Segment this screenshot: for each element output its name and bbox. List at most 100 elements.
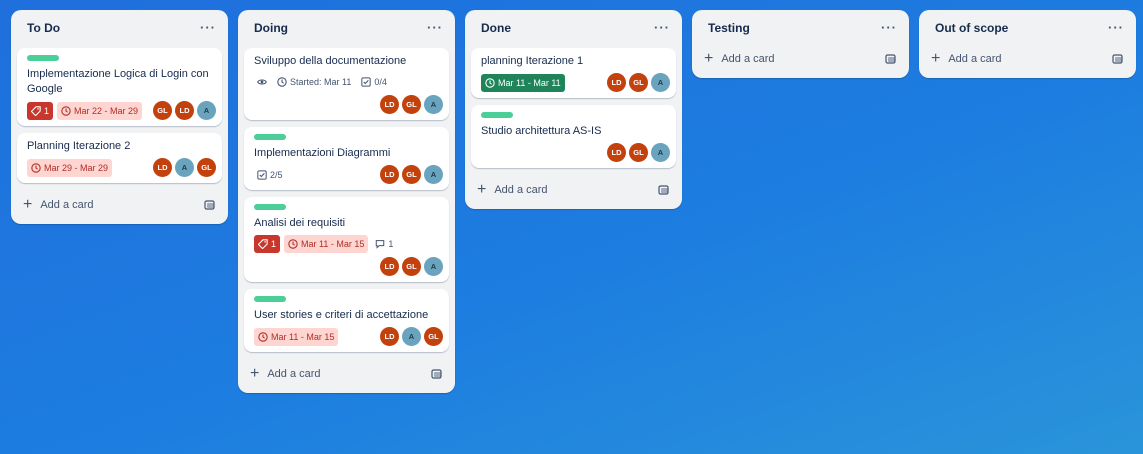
card-title: planning Iterazione 1 xyxy=(481,55,584,67)
list-title[interactable]: Doing xyxy=(254,21,288,35)
checklist-badge[interactable]: 0/4 xyxy=(358,73,390,91)
card[interactable]: User stories e criteri di accettazione M… xyxy=(244,289,449,352)
card-title: Analisi dei requisiti xyxy=(254,217,346,229)
card[interactable]: Implementazione Logica di Login con Goog… xyxy=(17,48,222,126)
card-list: planning Iterazione 1 Mar 11 - Mar 11 LD… xyxy=(465,46,682,168)
add-card-button[interactable]: + Add a card xyxy=(238,359,455,389)
avatar[interactable]: LD xyxy=(607,73,626,92)
avatar[interactable]: LD xyxy=(175,101,194,120)
card[interactable]: Planning Iterazione 2 Mar 29 - Mar 29 LD… xyxy=(17,133,222,183)
list-menu-button[interactable]: ··· xyxy=(1108,21,1124,34)
card-template-icon[interactable] xyxy=(1112,53,1124,65)
list-menu-button[interactable]: ··· xyxy=(200,21,216,34)
clock-icon xyxy=(288,239,298,249)
list-header: To Do ··· xyxy=(11,10,228,46)
card[interactable]: Implementazioni Diagrammi 2/5 LD GL A xyxy=(244,127,449,190)
list-title[interactable]: Testing xyxy=(708,21,750,35)
avatar[interactable]: LD xyxy=(380,327,399,346)
due-date-badge[interactable]: Mar 11 - Mar 15 xyxy=(254,327,339,346)
card-template-icon[interactable] xyxy=(885,53,897,65)
avatar[interactable]: A xyxy=(651,143,670,162)
card-members: LD GL A xyxy=(607,143,670,162)
comment-badge[interactable]: 1 xyxy=(372,235,396,253)
card-list: Sviluppo della documentazione Started: M… xyxy=(238,46,455,352)
checklist-icon xyxy=(257,169,267,180)
avatar[interactable]: GL xyxy=(402,257,421,276)
card-members-row: LD GL A xyxy=(254,95,443,114)
avatar[interactable]: GL xyxy=(629,73,648,92)
avatar[interactable]: A xyxy=(402,327,421,346)
avatar[interactable]: A xyxy=(424,257,443,276)
add-card-button[interactable]: + Add a card xyxy=(465,175,682,205)
card-label-green[interactable] xyxy=(481,112,513,118)
avatar[interactable]: GL xyxy=(424,327,443,346)
card-members: LD GL A xyxy=(380,257,443,276)
card-members: LD A GL xyxy=(153,158,216,177)
avatar[interactable]: GL xyxy=(402,165,421,184)
card-members-row: LD GL A xyxy=(254,257,443,276)
card-label-green[interactable] xyxy=(254,134,286,140)
card-label-green[interactable] xyxy=(254,204,286,210)
add-card-button[interactable]: + Add a card xyxy=(919,44,1136,74)
add-card-button[interactable]: + Add a card xyxy=(11,190,228,220)
card-title: Planning Iterazione 2 xyxy=(27,140,131,152)
eye-icon xyxy=(257,79,267,85)
card-template-icon[interactable] xyxy=(658,184,670,196)
card-template-icon[interactable] xyxy=(431,368,443,380)
due-date-badge[interactable]: Mar 11 - Mar 15 xyxy=(284,235,369,253)
watching-badge[interactable] xyxy=(254,73,270,91)
card[interactable]: Studio architettura AS-IS LD GL A xyxy=(471,105,676,168)
card[interactable]: Sviluppo della documentazione Started: M… xyxy=(244,48,449,120)
avatar[interactable]: A xyxy=(424,95,443,114)
avatar[interactable]: A xyxy=(651,73,670,92)
avatar[interactable]: LD xyxy=(380,95,399,114)
avatar[interactable]: LD xyxy=(380,165,399,184)
list-menu-button[interactable]: ··· xyxy=(881,21,897,34)
list-title[interactable]: To Do xyxy=(27,21,60,35)
add-card-label: Add a card xyxy=(40,199,94,211)
list-header: Done ··· xyxy=(465,10,682,46)
card-label-green[interactable] xyxy=(254,296,286,302)
card-title: Studio architettura AS-IS xyxy=(481,125,602,137)
due-date-badge[interactable]: Mar 29 - Mar 29 xyxy=(27,158,113,177)
avatar[interactable]: A xyxy=(197,101,216,120)
due-date-badge[interactable]: Mar 22 - Mar 29 xyxy=(57,101,143,120)
add-card-button[interactable]: + Add a card xyxy=(692,44,909,74)
avatar[interactable]: LD xyxy=(607,143,626,162)
add-card-label: Add a card xyxy=(267,368,321,380)
avatar[interactable]: A xyxy=(175,158,194,177)
priority-badge[interactable]: 1 xyxy=(27,101,54,120)
card[interactable]: planning Iterazione 1 Mar 11 - Mar 11 LD… xyxy=(471,48,676,98)
card-title: User stories e criteri di accettazione xyxy=(254,309,429,321)
avatar[interactable]: GL xyxy=(153,101,172,120)
due-date-complete-badge[interactable]: Mar 11 - Mar 11 xyxy=(481,73,565,92)
clock-icon xyxy=(485,77,495,88)
card-members: LD GL A xyxy=(380,95,443,114)
avatar[interactable]: GL xyxy=(629,143,648,162)
add-card-label: Add a card xyxy=(721,53,775,65)
card-badges-row: 2/5 LD GL A xyxy=(254,165,443,184)
checklist-badge[interactable]: 2/5 xyxy=(254,166,286,184)
card-template-icon[interactable] xyxy=(204,199,216,211)
card-label-green[interactable] xyxy=(27,55,59,61)
list-header: Testing ··· xyxy=(692,10,909,46)
priority-badge[interactable]: 1 xyxy=(254,235,281,253)
comment-count: 1 xyxy=(388,239,394,249)
plus-icon: + xyxy=(931,50,941,67)
list-title[interactable]: Out of scope xyxy=(935,21,1008,35)
avatar[interactable]: A xyxy=(424,165,443,184)
avatar[interactable]: GL xyxy=(402,95,421,114)
board: To Do ··· Implementazione Logica di Logi… xyxy=(0,0,1143,454)
list-menu-button[interactable]: ··· xyxy=(427,21,443,34)
avatar[interactable]: GL xyxy=(197,158,216,177)
plus-icon: + xyxy=(250,365,260,382)
avatar[interactable]: LD xyxy=(153,158,172,177)
list-menu-button[interactable]: ··· xyxy=(654,21,670,34)
card[interactable]: Analisi dei requisiti 1 Mar 11 - Mar 15 … xyxy=(244,197,449,282)
list-title[interactable]: Done xyxy=(481,21,511,35)
start-date-badge[interactable]: Started: Mar 11 xyxy=(274,73,354,91)
avatar[interactable]: LD xyxy=(380,257,399,276)
checklist-count: 2/5 xyxy=(270,169,283,180)
list-todo: To Do ··· Implementazione Logica di Logi… xyxy=(11,10,228,224)
card-badges-row: Mar 11 - Mar 15 LD A GL xyxy=(254,327,443,346)
